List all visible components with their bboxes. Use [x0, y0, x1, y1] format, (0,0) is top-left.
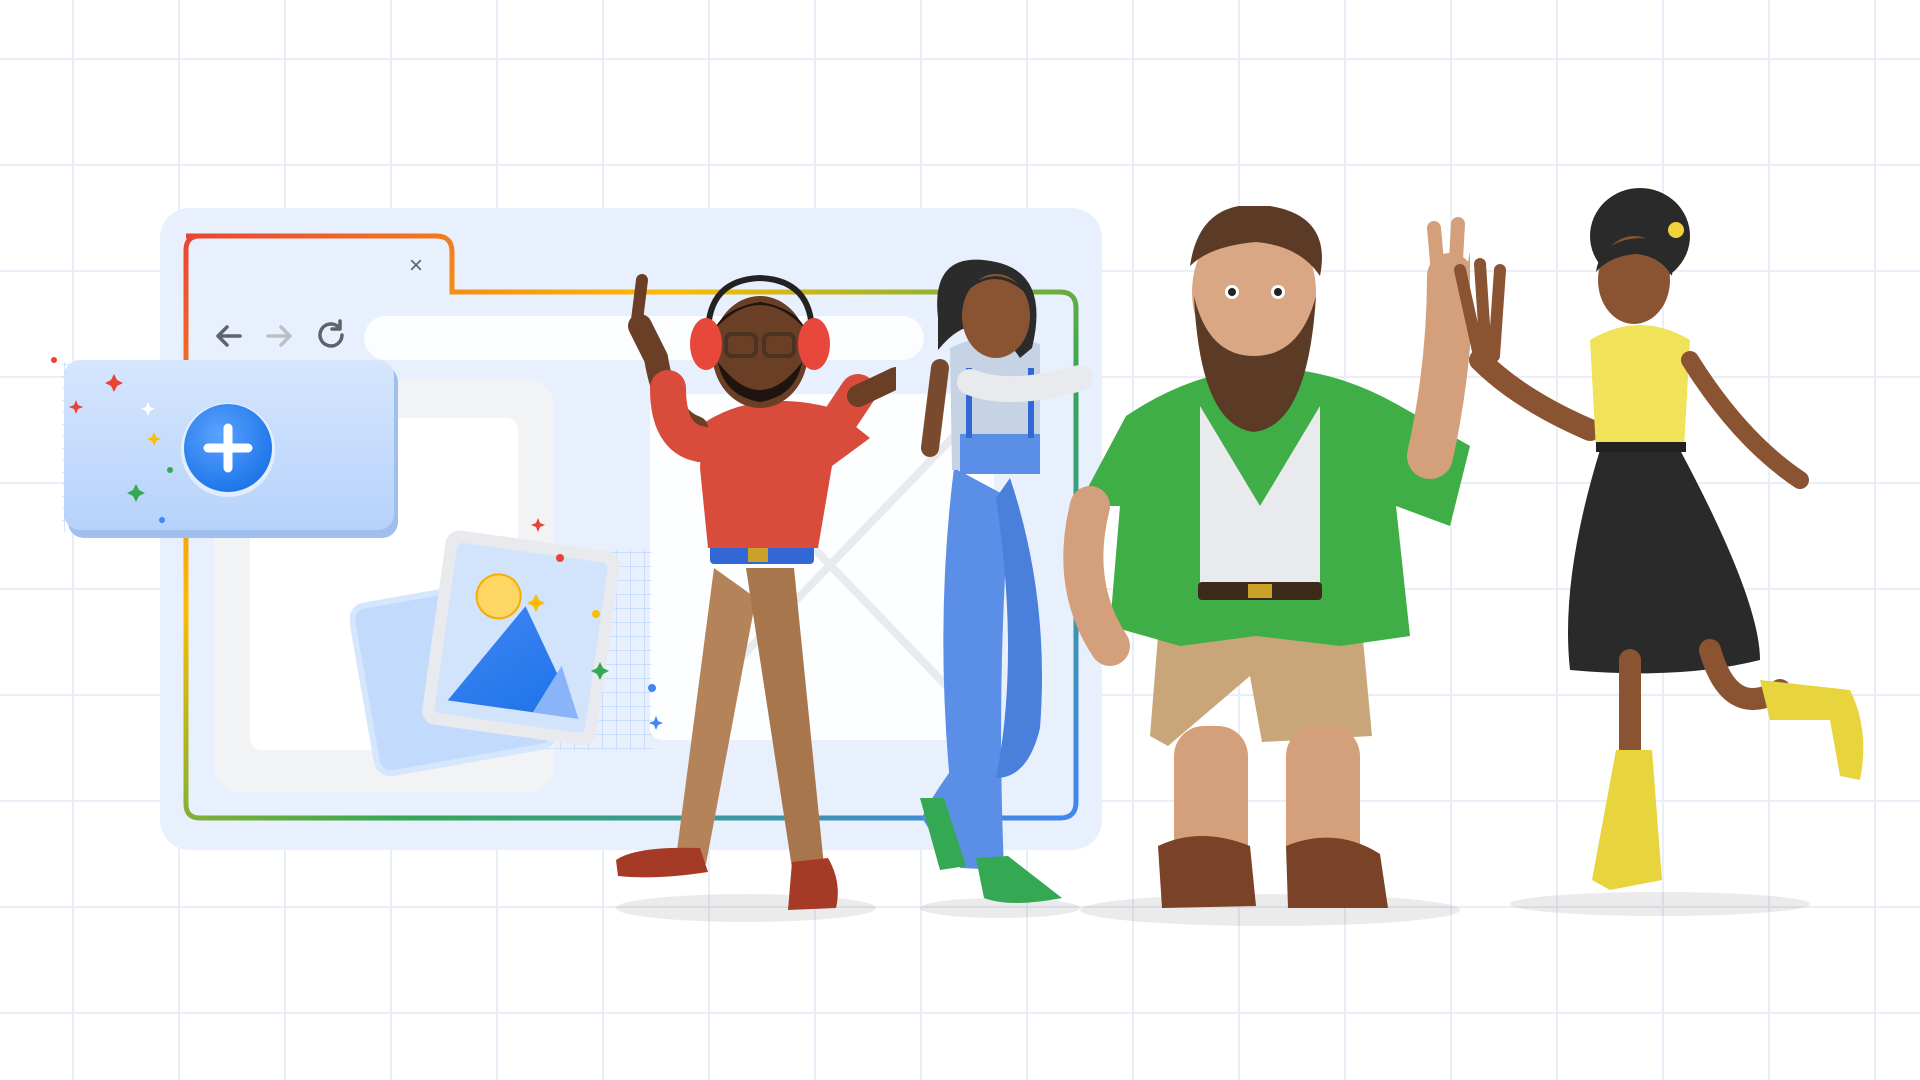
image-icon — [440, 540, 610, 740]
tab-close-icon[interactable]: × — [404, 252, 428, 280]
woman-high-five — [1454, 188, 1864, 916]
person-with-headphones — [616, 274, 896, 922]
add-plus-icon[interactable] — [180, 400, 276, 496]
bearded-man-green-shirt — [1063, 206, 1470, 926]
